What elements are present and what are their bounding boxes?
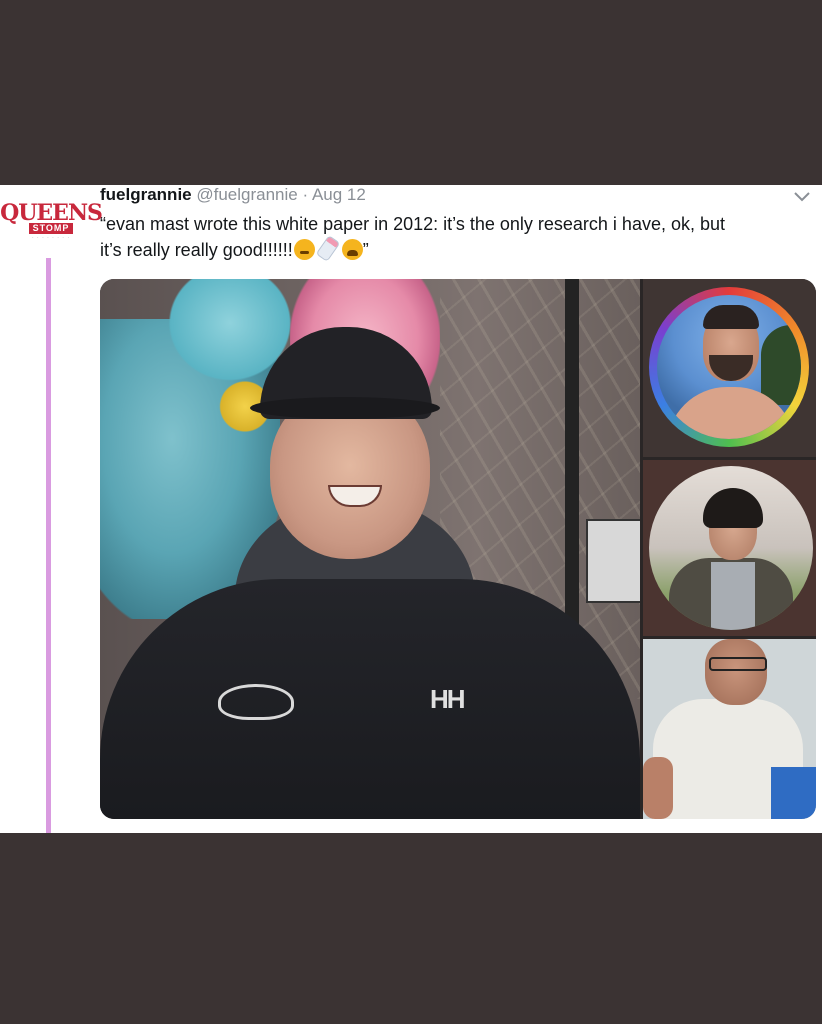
- person-2-shirt: [711, 562, 755, 630]
- avatar-logo-small: · · · · · · · ·: [31, 234, 71, 241]
- person-3-arm: [643, 757, 673, 819]
- header-separator: ·: [302, 185, 309, 204]
- tweet-date[interactable]: Aug 12: [312, 185, 366, 204]
- profile-photo-2: [649, 466, 813, 630]
- tweet-text-line-2-prefix: it’s really really good!!!!!!: [100, 240, 293, 260]
- jacket-logo-emblem: [218, 684, 294, 720]
- person-1-hair: [703, 305, 759, 329]
- avatar-logo-subtext: STOMP: [28, 222, 74, 234]
- tweet-text: “evan mast wrote this white paper in 201…: [100, 211, 810, 263]
- profile-photo-1: [657, 295, 801, 439]
- tweet-text-line-2: it’s really really good!!!!!! ”: [100, 235, 810, 263]
- person-3-face: [705, 639, 767, 705]
- main-photo[interactable]: HH: [100, 279, 640, 819]
- tired-face-emoji: [341, 239, 363, 260]
- angry-face-emoji: [293, 239, 315, 260]
- tweet-card[interactable]: QUEENS STOMP · · · · · · · · fuelgrannie…: [0, 185, 822, 833]
- person-2-hair: [703, 488, 763, 528]
- avatar[interactable]: QUEENS STOMP · · · · · · · ·: [0, 193, 103, 251]
- tweet-text-closing-quote: ”: [362, 240, 369, 260]
- cap-brim: [250, 397, 440, 419]
- jacket: [100, 579, 640, 819]
- jacket-logo-hh: HH: [430, 684, 466, 714]
- avatar-logo-text: QUEENS: [0, 199, 103, 226]
- street-sign: [586, 519, 640, 603]
- thumbnail-photo-3[interactable]: [643, 639, 816, 819]
- tree: [761, 325, 801, 405]
- recycling-bin: [771, 767, 816, 819]
- rainbow-ring: [649, 287, 809, 447]
- tweet-text-line-1: “evan mast wrote this white paper in 201…: [100, 214, 725, 234]
- display-name[interactable]: fuelgrannie: [100, 185, 192, 204]
- tweet-header: fuelgrannie @fuelgrannie · Aug 12: [100, 185, 366, 205]
- person-3-glasses: [709, 657, 767, 671]
- baby-bottle-emoji: [315, 235, 341, 262]
- thumbnail-photo-2[interactable]: [643, 460, 816, 636]
- media-grid: HH: [100, 279, 816, 819]
- chevron-down-icon[interactable]: [792, 189, 812, 205]
- handle[interactable]: @fuelgrannie: [196, 185, 297, 204]
- thread-line: [46, 258, 51, 833]
- street-pole: [565, 279, 579, 639]
- thumbnail-photo-1[interactable]: [643, 279, 816, 457]
